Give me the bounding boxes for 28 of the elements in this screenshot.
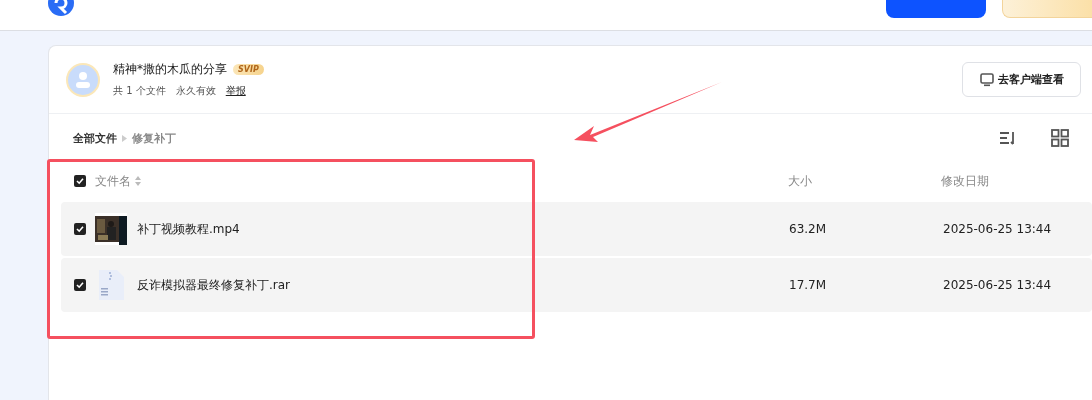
breadcrumb-item[interactable]: 修复补丁	[132, 130, 176, 146]
file-row[interactable]: 补丁视频教程.mp4 63.2M 2025-06-25 13:44	[61, 202, 1092, 256]
share-title: 精神*撒的木瓜的分享	[113, 61, 227, 78]
svip-badge: SVIP	[233, 64, 264, 75]
column-header: 文件名	[95, 172, 131, 190]
checkbox[interactable]	[74, 175, 86, 187]
avatar-icon	[66, 62, 100, 97]
checkbox[interactable]	[74, 223, 86, 235]
file-size: 63.2M	[789, 222, 827, 236]
validity-text: 永久有效	[175, 84, 216, 98]
monitor-icon	[979, 72, 994, 87]
file-date: 2025-06-25 13:44	[943, 278, 1052, 292]
file-name: 补丁视频教程.mp4	[137, 220, 240, 238]
grid-view-icon[interactable]	[1050, 128, 1070, 148]
column-header: 大小	[788, 172, 812, 190]
sort-arrows-icon	[135, 176, 141, 186]
open-in-client-button[interactable]: 去客户端查看	[962, 62, 1081, 97]
breadcrumb-item[interactable]: 全部文件	[73, 130, 117, 146]
file-name: 反诈模拟器最终修复补丁.rar	[137, 276, 291, 294]
video-thumbnail	[95, 213, 127, 245]
file-count: 共 1 个文件	[113, 84, 166, 98]
report-link[interactable]: 举报	[225, 84, 246, 98]
column-header: 修改日期	[941, 172, 989, 190]
file-size: 17.7M	[789, 278, 827, 292]
caret-icon	[122, 134, 127, 142]
file-row[interactable]: 反诈模拟器最终修复补丁.rar 17.7M 2025-06-25 13:44	[61, 258, 1092, 312]
file-date: 2025-06-25 13:44	[943, 222, 1052, 236]
checkbox[interactable]	[74, 279, 86, 291]
